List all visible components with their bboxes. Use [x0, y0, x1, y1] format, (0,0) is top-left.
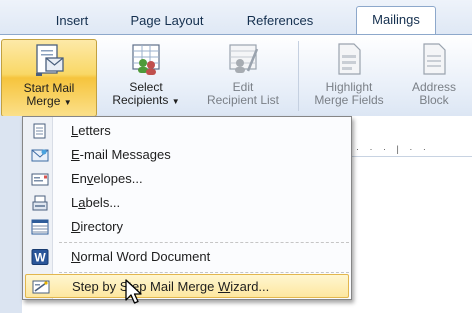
chevron-down-icon: ▼ [171, 97, 180, 106]
menu-item-label: Directory [71, 219, 124, 234]
document-area [352, 157, 472, 313]
address-block-button[interactable]: Address Block [396, 39, 472, 117]
ribbon-tab-strip: Insert Page Layout References Mailings [0, 0, 472, 35]
menu-item-label: Letters [71, 123, 111, 138]
email-icon [31, 147, 49, 163]
menu-separator [59, 242, 349, 243]
letters-icon [31, 123, 49, 139]
select-recipients-icon [129, 41, 163, 77]
ribbon-group-divider [298, 41, 299, 111]
ribbon: Start Mail Merge ▼ Select Recipients ▼ E… [0, 34, 472, 117]
menu-item-labels[interactable]: Labels... [25, 191, 349, 215]
highlight-merge-fields-label-2: Merge Fields [314, 93, 384, 107]
directory-icon [31, 219, 49, 235]
labels-icon [31, 195, 49, 211]
edit-recipient-list-button[interactable]: Edit Recipient List [194, 39, 292, 117]
menu-item-label: Step by Step Mail Merge Wizard... [72, 279, 270, 294]
address-block-label-2: Block [419, 93, 449, 107]
menu-item-label: Labels... [71, 195, 121, 210]
tab-mailings[interactable]: Mailings [356, 6, 436, 35]
start-mail-merge-label-2: Merge ▼ [26, 94, 72, 108]
menu-item-normal-word-document[interactable]: W Normal Word Document [25, 245, 349, 269]
menu-item-letters[interactable]: Letters [25, 119, 349, 143]
menu-item-envelopes[interactable]: Envelopes... [25, 167, 349, 191]
edit-recipient-list-label-2: Recipient List [206, 93, 280, 107]
start-mail-merge-icon [32, 42, 66, 78]
select-recipients-label-2: Recipients ▼ [112, 93, 180, 107]
start-mail-merge-button[interactable]: Start Mail Merge ▼ [1, 39, 97, 117]
tab-references[interactable]: References [232, 10, 328, 32]
word-icon: W [31, 249, 49, 265]
envelope-icon [31, 171, 49, 187]
menu-item-email-messages[interactable]: E-mail Messages [25, 143, 349, 167]
mouse-cursor-icon [124, 278, 146, 306]
svg-text:W: W [34, 251, 46, 265]
start-mail-merge-menu: Letters E-mail Messages Envelopes... Lab… [22, 116, 352, 300]
wizard-icon [32, 279, 50, 295]
left-panel-background [0, 116, 22, 313]
highlight-merge-fields-icon [332, 41, 366, 77]
select-recipients-button[interactable]: Select Recipients ▼ [100, 39, 192, 117]
menu-item-label: E-mail Messages [71, 147, 171, 162]
tab-page-layout[interactable]: Page Layout [118, 10, 216, 32]
tab-insert[interactable]: Insert [42, 10, 102, 32]
edit-recipient-list-icon [226, 41, 260, 77]
highlight-merge-fields-button[interactable]: Highlight Merge Fields [304, 39, 394, 117]
chevron-down-icon: ▼ [63, 98, 72, 107]
menu-item-label: Envelopes... [71, 171, 143, 186]
menu-item-directory[interactable]: Directory [25, 215, 349, 239]
address-block-icon [417, 41, 451, 77]
menu-item-step-by-step-wizard[interactable]: Step by Step Mail Merge Wizard... [25, 274, 349, 298]
menu-separator [59, 272, 349, 273]
menu-item-label: Normal Word Document [71, 249, 211, 264]
ruler: · · · | · · [352, 143, 472, 157]
